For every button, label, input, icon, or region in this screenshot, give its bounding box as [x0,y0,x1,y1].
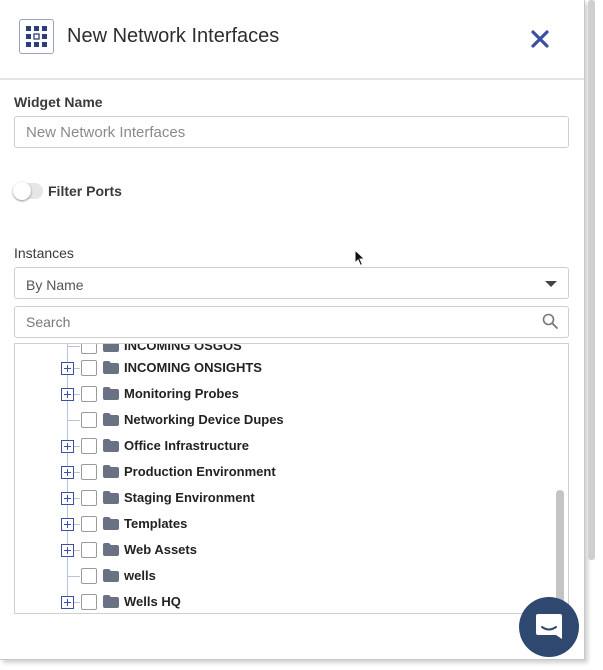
expand-icon[interactable] [61,466,74,479]
tree-row[interactable]: Monitoring Probes [15,383,555,409]
tree-row[interactable]: INCOMING ONSIGHTS [15,357,555,383]
expand-icon[interactable] [61,440,74,453]
tree-row-label: Networking Device Dupes [124,412,284,427]
tree-row-label: Staging Environment [124,490,255,505]
tree-row[interactable]: Web Assets [15,539,555,565]
toggle-knob [13,182,31,200]
tree-checkbox[interactable] [81,386,97,402]
tree-checkbox[interactable] [81,412,97,428]
tree-row[interactable]: Templates [15,513,555,539]
sort-select[interactable]: By Name [14,267,569,299]
filter-ports-label: Filter Ports [48,183,122,199]
tree-checkbox[interactable] [81,490,97,506]
folder-icon [103,491,119,504]
tree-checkbox[interactable] [81,464,97,480]
tree-row[interactable]: Office Infrastructure [15,435,555,461]
instances-label: Instances [14,245,74,261]
chat-button[interactable] [519,597,579,657]
folder-icon [103,413,119,426]
tree-checkbox[interactable] [81,594,97,610]
folder-icon [103,543,119,556]
chevron-down-icon [545,281,557,287]
folder-icon [103,517,119,530]
tree-checkbox[interactable] [81,568,97,584]
tree-row-label: Web Assets [124,542,197,557]
folder-icon [103,595,119,608]
tree-checkbox[interactable] [81,344,97,354]
filter-ports-toggle[interactable] [13,182,43,200]
tree-row[interactable]: Networking Device Dupes [15,409,555,435]
folder-icon [103,439,119,452]
chat-icon [536,614,562,639]
tree-row[interactable]: wells [15,565,555,591]
tree-checkbox[interactable] [81,542,97,558]
expand-icon[interactable] [61,362,74,375]
tree-checkbox[interactable] [81,360,97,376]
tree-row-label: Templates [124,516,188,531]
tree-row[interactable]: Production Environment [15,461,555,487]
tree-checkbox[interactable] [81,516,97,532]
instance-tree: INCOMING OSGOS INCOMING ONSIGHTS Monitor… [14,343,569,614]
panel-scrollbar[interactable] [588,0,595,560]
widget-editor-panel: New Network Interfaces Widget Name Filte… [0,0,585,660]
tree-row-label: Production Environment [124,464,276,479]
expand-icon[interactable] [61,596,74,609]
widget-name-label: Widget Name [14,94,103,110]
tree-row-label: Office Infrastructure [124,438,249,453]
folder-icon [103,387,119,400]
tree-row-label: wells [124,568,156,583]
folder-icon [103,465,119,478]
sort-select-value: By Name [26,277,84,293]
tree-row-label: Monitoring Probes [124,386,239,401]
widget-name-input[interactable] [14,116,569,148]
search-icon[interactable] [542,313,558,329]
tree-row-label: INCOMING OSGOS [124,343,242,353]
folder-icon [103,344,119,352]
tree-row-label: INCOMING ONSIGHTS [124,360,262,375]
expand-icon[interactable] [61,544,74,557]
mouse-cursor-icon [354,249,366,267]
tree-checkbox[interactable] [81,438,97,454]
panel-header: New Network Interfaces [0,0,584,80]
folder-icon [103,361,119,374]
tree-row[interactable]: Staging Environment [15,487,555,513]
expand-icon[interactable] [61,388,74,401]
page-title: New Network Interfaces [67,25,280,47]
expand-icon[interactable] [61,492,74,505]
search-input[interactable] [14,306,569,338]
widget-grid-icon [19,19,54,54]
expand-icon[interactable] [61,518,74,531]
close-icon[interactable] [528,27,552,51]
tree-row-label: Wells HQ [124,594,181,609]
tree-row[interactable]: Wells HQ [15,591,555,613]
tree-scrollbar[interactable] [556,490,564,606]
folder-icon [103,569,119,582]
